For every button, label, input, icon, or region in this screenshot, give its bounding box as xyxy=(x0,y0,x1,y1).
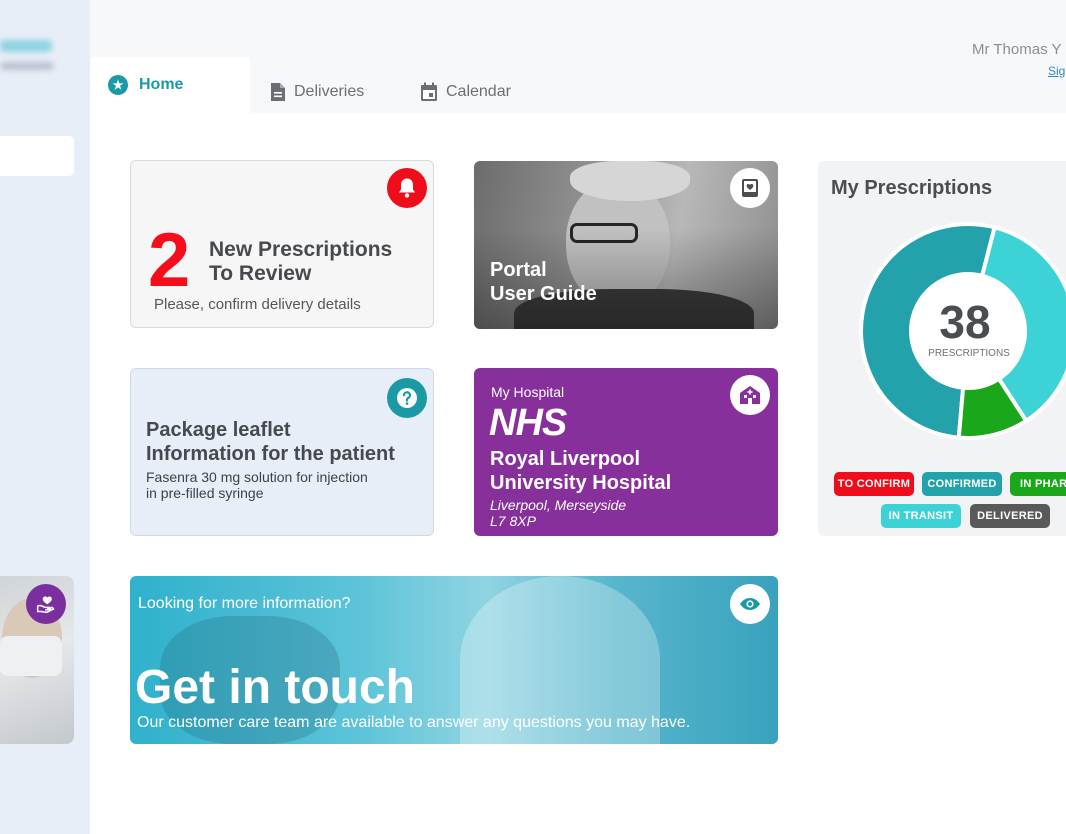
hospital-address-2: L7 8XP xyxy=(490,513,536,529)
sign-out-link[interactable]: Sig xyxy=(1048,64,1065,78)
hospital-name-1: Royal Liverpool xyxy=(490,448,641,470)
tab-home-label: Home xyxy=(139,76,184,93)
question-icon xyxy=(387,378,427,418)
status-pill-in-transit[interactable]: IN TRANSIT xyxy=(881,504,961,528)
sidebar xyxy=(0,0,90,834)
new-prescriptions-title-2: To Review xyxy=(209,262,312,285)
tab-calendar-label: Calendar xyxy=(446,83,511,100)
new-prescriptions-subtitle: Please, confirm delivery details xyxy=(154,296,361,313)
calendar-icon xyxy=(420,82,438,102)
leaflet-desc-1: Fasenra 30 mg solution for injection xyxy=(146,469,368,485)
touch-pretitle: Looking for more information? xyxy=(138,595,351,612)
new-prescriptions-title-1: New Prescriptions xyxy=(209,238,393,261)
leaflet-desc-2: in pre-filled syringe xyxy=(146,485,264,501)
status-pill-confirmed[interactable]: CONFIRMED xyxy=(922,472,1002,496)
star-icon: ★ xyxy=(108,75,128,95)
hospital-icon xyxy=(730,375,770,415)
leaflet-title-2: Information for the patient xyxy=(146,443,395,465)
hospital-address-1: Liverpool, Merseyside xyxy=(490,497,627,513)
new-prescriptions-count: 2 xyxy=(148,218,191,303)
status-pill-to-confirm[interactable]: TO CONFIRM xyxy=(834,472,914,496)
logo-subtitle xyxy=(0,62,54,70)
logo[interactable] xyxy=(0,40,52,52)
prescriptions-donut-chart: 38 PRESCRIPTIONS xyxy=(859,222,1066,440)
promo-photo-mask xyxy=(0,636,62,676)
tab-deliveries[interactable]: Deliveries xyxy=(250,57,398,113)
user-guide-title-2: User Guide xyxy=(490,283,597,305)
nhs-logo: NHS xyxy=(489,402,567,444)
tab-home[interactable]: ★ Home xyxy=(90,57,250,113)
prescriptions-title: My Prescriptions xyxy=(831,177,993,199)
user-name: Mr Thomas Y xyxy=(972,41,1062,58)
book-icon xyxy=(730,168,770,208)
tab-calendar[interactable]: Calendar xyxy=(398,57,548,113)
user-guide-card[interactable]: Portal User Guide xyxy=(474,161,778,329)
hospital-name-2: University Hospital xyxy=(490,472,672,494)
main-tabs: ★ Home Deliveries Calendar xyxy=(90,57,548,113)
status-pill-delivered[interactable]: DELIVERED xyxy=(970,504,1050,528)
heart-hand-icon xyxy=(26,584,66,624)
user-guide-title-1: Portal xyxy=(490,259,547,281)
eye-icon xyxy=(730,584,770,624)
bell-icon xyxy=(387,168,427,208)
touch-subtitle: Our customer care team are available to … xyxy=(137,714,691,731)
touch-title: Get in touch xyxy=(135,661,415,714)
prescriptions-total-label: PRESCRIPTIONS xyxy=(928,348,1010,359)
status-pill-in-phar[interactable]: IN PHAR xyxy=(1010,472,1066,496)
sidebar-promo-card[interactable] xyxy=(0,576,74,744)
prescriptions-total: 38 xyxy=(939,296,990,348)
app-root: Mr Thomas Y Sig ★ Home Deliveries Calend… xyxy=(0,0,1066,834)
tab-deliveries-label: Deliveries xyxy=(294,83,365,100)
my-hospital-card[interactable]: My Hospital NHS Royal Liverpool Universi… xyxy=(474,368,778,536)
new-prescriptions-card[interactable]: 2 New Prescriptions To Review Please, co… xyxy=(130,160,434,328)
get-in-touch-card[interactable]: Looking for more information? Get in tou… xyxy=(130,576,778,744)
sidebar-search-input[interactable] xyxy=(0,136,74,176)
package-leaflet-card[interactable]: Package leaflet Information for the pati… xyxy=(130,368,434,536)
leaflet-title-1: Package leaflet xyxy=(146,419,291,441)
my-prescriptions-card[interactable]: My Prescriptions 38 PRESCRIPTIONS TO CON… xyxy=(818,161,1066,536)
document-icon xyxy=(270,82,286,102)
hospital-label: My Hospital xyxy=(491,384,565,400)
